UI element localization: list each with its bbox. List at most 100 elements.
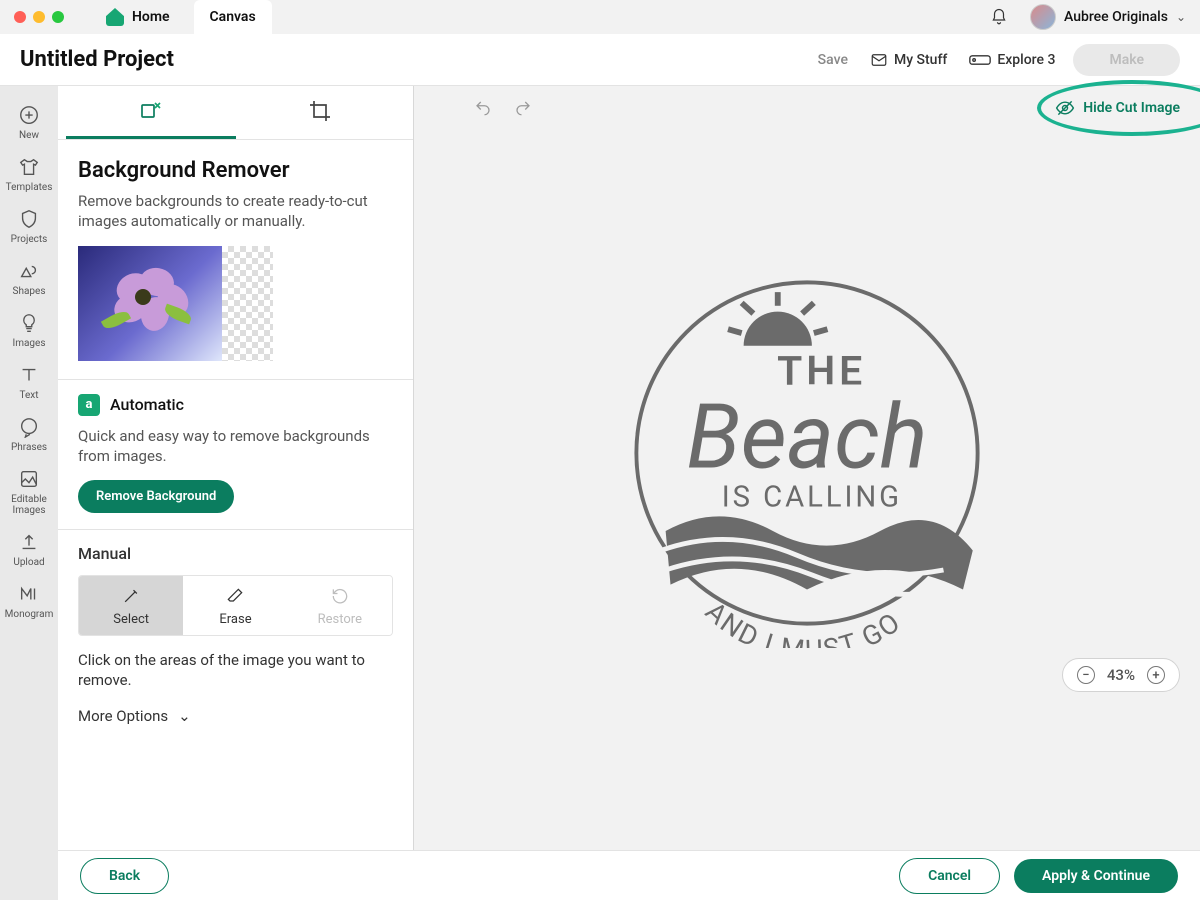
zoom-out-button[interactable]: − <box>1077 666 1095 684</box>
remove-bg-label: Remove Background <box>96 489 216 504</box>
make-label: Make <box>1109 52 1144 68</box>
automatic-description: Quick and easy way to remove backgrounds… <box>78 426 393 467</box>
undo-icon[interactable] <box>474 99 492 117</box>
rail-label: Upload <box>13 557 44 568</box>
tool-restore: Restore <box>288 576 392 635</box>
make-button[interactable]: Make <box>1073 44 1180 76</box>
panel-tabs <box>58 86 413 140</box>
rail-upload[interactable]: Upload <box>0 525 58 574</box>
eye-off-icon <box>1055 98 1075 118</box>
manual-section-title: Manual <box>78 544 393 563</box>
machine-icon <box>969 51 991 69</box>
rail-monogram[interactable]: Monogram <box>0 577 58 626</box>
text-icon <box>18 364 40 386</box>
monogram-icon <box>18 583 40 605</box>
canvas-toolbar: Hide Cut Image <box>414 86 1200 118</box>
zoom-in-button[interactable]: + <box>1147 666 1165 684</box>
tool-label: Erase <box>219 612 251 627</box>
speech-icon <box>18 416 40 438</box>
rail-images[interactable]: Images <box>0 306 58 355</box>
hide-cut-label: Hide Cut Image <box>1083 100 1180 116</box>
rail-label: Images <box>12 338 45 349</box>
hide-cut-image-button[interactable]: Hide Cut Image <box>1055 98 1180 118</box>
panel-heading: Background Remover <box>78 158 393 183</box>
rail-label: Phrases <box>11 442 47 453</box>
tab-canvas[interactable]: Canvas <box>194 0 272 34</box>
panel-tab-bgremove[interactable] <box>66 86 236 139</box>
explore-link[interactable]: Explore 3 <box>969 51 1055 69</box>
tool-erase[interactable]: Erase <box>183 576 287 635</box>
wand-icon <box>121 586 141 606</box>
minimize-window-icon[interactable] <box>33 11 45 23</box>
shapes-icon <box>18 260 40 282</box>
bulb-icon <box>18 312 40 334</box>
rail-label: Shapes <box>13 286 46 297</box>
avatar <box>1030 4 1056 30</box>
window-titlebar: Home Canvas Aubree Originals ⌄ <box>0 0 1200 34</box>
bell-icon[interactable] <box>990 8 1008 26</box>
manual-note: Click on the areas of the image you want… <box>78 650 393 691</box>
rail-editable[interactable]: Editable Images <box>0 462 58 522</box>
side-panel: Background Remover Remove backgrounds to… <box>58 86 414 850</box>
rail-label: Templates <box>6 182 53 193</box>
bg-remove-icon <box>139 99 163 123</box>
edit-image-icon <box>18 468 40 490</box>
automatic-section-title: a Automatic <box>78 394 393 416</box>
close-window-icon[interactable] <box>14 11 26 23</box>
canvas-artwork[interactable]: THE Beach IS CALLING AND I MUST GO <box>612 258 1002 648</box>
tab-home-label: Home <box>132 9 170 25</box>
chevron-down-icon: ⌄ <box>1176 10 1186 24</box>
username-label: Aubree Originals <box>1064 9 1168 25</box>
chevron-down-icon: ⌄ <box>178 707 191 725</box>
shirt-icon <box>18 156 40 178</box>
redo-icon[interactable] <box>514 99 532 117</box>
rail-label: Editable Images <box>0 494 58 516</box>
manual-tool-row: Select Erase Restore <box>78 575 393 636</box>
rail-phrases[interactable]: Phrases <box>0 410 58 459</box>
back-button[interactable]: Back <box>80 858 169 894</box>
cancel-button[interactable]: Cancel <box>899 858 1000 894</box>
more-options-label: More Options <box>78 707 168 725</box>
shield-icon <box>18 208 40 230</box>
tool-label: Restore <box>318 612 362 627</box>
save-link[interactable]: Save <box>818 52 848 68</box>
plus-circle-icon <box>18 104 40 126</box>
panel-description: Remove backgrounds to create ready-to-cu… <box>78 191 393 232</box>
remove-background-button[interactable]: Remove Background <box>78 480 234 513</box>
eraser-icon <box>225 586 245 606</box>
rail-text[interactable]: Text <box>0 358 58 407</box>
preview-thumbnail <box>78 246 273 361</box>
project-title[interactable]: Untitled Project <box>20 47 174 72</box>
rail-shapes[interactable]: Shapes <box>0 254 58 303</box>
left-rail: New Templates Projects Shapes Images Tex… <box>0 86 58 900</box>
panel-tab-crop[interactable] <box>236 86 406 139</box>
crop-icon <box>308 99 332 123</box>
tool-label: Select <box>113 612 149 627</box>
footer-bar: Back Cancel Apply & Continue <box>58 850 1200 900</box>
zoom-control: − 43% + <box>1062 658 1180 692</box>
back-label: Back <box>109 868 140 884</box>
apply-label: Apply & Continue <box>1042 868 1150 884</box>
rail-templates[interactable]: Templates <box>0 150 58 199</box>
more-options-toggle[interactable]: More Options ⌄ <box>78 707 393 725</box>
upload-icon <box>18 531 40 553</box>
cancel-label: Cancel <box>928 868 971 884</box>
rail-projects[interactable]: Projects <box>0 202 58 251</box>
restore-icon <box>330 586 350 606</box>
user-menu[interactable]: Aubree Originals ⌄ <box>1030 4 1186 30</box>
envelope-icon <box>870 51 888 69</box>
mystuff-label: My Stuff <box>894 52 947 68</box>
rail-label: New <box>19 130 39 141</box>
app-header: Untitled Project Save My Stuff Explore 3… <box>0 34 1200 86</box>
zoom-level: 43% <box>1107 666 1135 684</box>
maximize-window-icon[interactable] <box>52 11 64 23</box>
rail-label: Text <box>19 390 38 401</box>
tool-select[interactable]: Select <box>79 576 183 635</box>
rail-label: Monogram <box>5 609 54 620</box>
tab-home[interactable]: Home <box>90 0 186 34</box>
svg-text:Beach: Beach <box>686 384 927 489</box>
traffic-lights <box>14 11 64 23</box>
mystuff-link[interactable]: My Stuff <box>870 51 947 69</box>
apply-continue-button[interactable]: Apply & Continue <box>1014 859 1178 893</box>
rail-new[interactable]: New <box>0 98 58 147</box>
